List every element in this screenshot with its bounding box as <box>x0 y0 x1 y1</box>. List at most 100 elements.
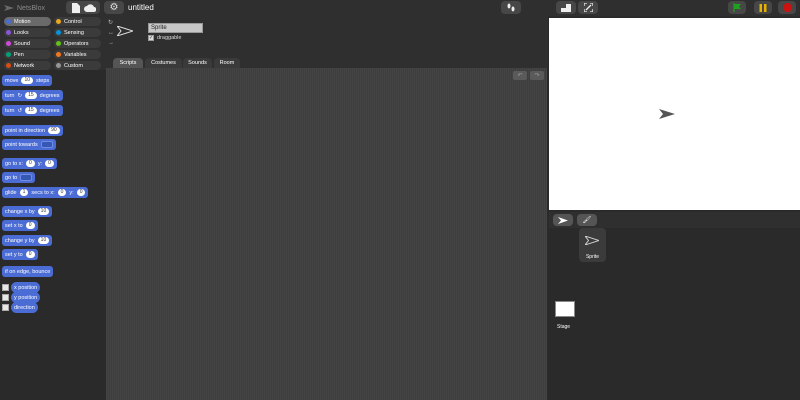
stage[interactable] <box>549 18 800 210</box>
sprite-thumbnail <box>117 26 133 36</box>
category-control[interactable]: Control <box>54 17 101 26</box>
tab-scripts[interactable]: Scripts <box>113 58 143 68</box>
category-dot <box>6 41 11 46</box>
block-input[interactable]: 0 <box>25 222 35 229</box>
rotate-full-icon[interactable]: ↻ <box>108 20 114 26</box>
clockwise-icon: ↻ <box>17 92 23 99</box>
block-input[interactable]: 0 <box>25 251 35 258</box>
tab-sounds[interactable]: Sounds <box>183 58 212 68</box>
block-input[interactable]: 10 <box>21 77 34 84</box>
block-set-x[interactable]: set x to 0 <box>2 220 38 231</box>
category-sound[interactable]: Sound <box>4 39 51 48</box>
tab-costumes[interactable]: Costumes <box>145 58 182 68</box>
green-flag-icon <box>732 3 741 12</box>
settings-button[interactable]: ⚙ <box>104 1 124 14</box>
block-go-to[interactable]: go to <box>2 172 36 183</box>
block-point-towards[interactable]: point towards <box>2 139 56 150</box>
draggable-label: draggable <box>157 35 182 41</box>
redo-button[interactable]: ↷ <box>530 71 544 80</box>
stage-thumbnail[interactable] <box>555 301 575 317</box>
stage-label: Stage <box>557 324 571 330</box>
stage-sprite-arrow[interactable] <box>659 109 675 119</box>
block-input[interactable]: 0 <box>26 160 35 167</box>
sprite-corral: Sprite Stage <box>549 228 800 400</box>
presentation-button[interactable] <box>578 1 598 14</box>
cloud-button[interactable] <box>80 1 100 14</box>
block-dropdown[interactable] <box>20 174 33 181</box>
block-point-in-direction[interactable]: point in direction 90 <box>2 125 63 136</box>
green-flag-button[interactable] <box>728 1 746 14</box>
category-dot <box>56 63 61 68</box>
block-input[interactable]: 10 <box>37 208 50 215</box>
block-input[interactable]: 15 <box>25 107 37 114</box>
add-turtle-button[interactable] <box>553 214 573 226</box>
project-title: untitled <box>128 3 154 12</box>
undo-button[interactable]: ↶ <box>513 71 527 80</box>
block-dropdown[interactable] <box>40 141 53 148</box>
fullscreen-icon <box>583 3 593 12</box>
category-operators[interactable]: Operators <box>54 39 101 48</box>
top-bar: NetsBlox ⚙ untitled <box>0 0 800 16</box>
block-input[interactable]: 15 <box>25 92 37 99</box>
category-custom[interactable]: Custom <box>54 61 101 70</box>
corral-sprite-item[interactable]: Sprite <box>579 228 606 262</box>
x-position-checkbox[interactable] <box>2 284 9 291</box>
category-looks[interactable]: Looks <box>4 28 51 37</box>
block-turn-counterclockwise[interactable]: turn ↺ 15 degrees <box>2 105 63 116</box>
block-glide[interactable]: glide 1 secs to x: 0 y: 0 <box>2 187 89 198</box>
block-input[interactable]: 10 <box>37 237 50 244</box>
paint-new-sprite-button[interactable]: 🖌 <box>577 214 597 226</box>
block-turn-clockwise[interactable]: turn ↻ 15 degrees <box>2 90 63 101</box>
pause-button[interactable] <box>754 1 772 14</box>
category-dot <box>56 19 61 24</box>
footsteps-icon <box>507 3 515 12</box>
block-set-y[interactable]: set y to 0 <box>2 249 38 260</box>
block-input[interactable]: 90 <box>48 127 60 134</box>
redo-icon: ↷ <box>534 73 540 79</box>
logo-text: NetsBlox <box>17 4 46 12</box>
sprite-label: Sprite <box>585 254 600 260</box>
cloud-icon <box>84 3 96 12</box>
block-go-to-xy[interactable]: go to x: 0 y: 0 <box>2 158 57 169</box>
scripts-area[interactable]: ↶ ↷ <box>106 68 547 400</box>
block-change-y[interactable]: change y by 10 <box>2 235 53 246</box>
normal-stage-icon <box>561 3 571 12</box>
stop-icon <box>782 3 792 12</box>
block-move[interactable]: move 10 steps <box>2 75 53 86</box>
normal-stage-button[interactable] <box>556 1 576 14</box>
turtle-arrow-icon <box>558 216 568 224</box>
reporter-direction[interactable]: direction <box>11 302 38 313</box>
block-bounce[interactable]: if on edge, bounce <box>2 266 54 277</box>
category-dot <box>6 52 11 57</box>
gear-icon: ⚙ <box>109 1 119 13</box>
undo-icon: ↶ <box>517 73 523 79</box>
direction-checkbox[interactable] <box>2 304 9 311</box>
category-sensing[interactable]: Sensing <box>54 28 101 37</box>
category-dot <box>56 52 61 57</box>
stop-button[interactable] <box>778 1 796 14</box>
block-palette: move 10 steps turn ↻ 15 degrees turn ↺ 15 degree… <box>0 70 106 400</box>
step-button[interactable] <box>501 1 521 14</box>
block-input[interactable]: 1 <box>19 189 29 196</box>
category-pen[interactable]: Pen <box>4 50 51 59</box>
y-position-checkbox[interactable] <box>2 294 9 301</box>
category-dot <box>6 30 11 35</box>
paintbrush-icon: 🖌 <box>582 217 592 224</box>
pause-icon <box>759 3 767 12</box>
category-network[interactable]: Network <box>4 61 51 70</box>
block-input[interactable]: 0 <box>45 160 54 167</box>
block-input[interactable]: 0 <box>57 189 67 196</box>
block-change-x[interactable]: change x by 10 <box>2 206 53 217</box>
draggable-checkbox[interactable]: ✓ <box>148 35 154 41</box>
tab-room[interactable]: Room <box>214 58 240 68</box>
category-dot <box>56 30 61 35</box>
block-input[interactable]: 0 <box>76 189 86 196</box>
rotate-lr-icon[interactable]: ↔ <box>108 30 114 36</box>
category-motion[interactable]: Motion <box>4 17 51 26</box>
category-variables[interactable]: Variables <box>54 50 101 59</box>
corral-bar: 🖌 <box>549 212 800 228</box>
no-rotate-icon[interactable]: → <box>108 40 114 46</box>
logo[interactable]: NetsBlox <box>4 2 45 14</box>
sprite-name-input[interactable]: Sprite <box>148 23 203 33</box>
category-dot <box>56 41 61 46</box>
